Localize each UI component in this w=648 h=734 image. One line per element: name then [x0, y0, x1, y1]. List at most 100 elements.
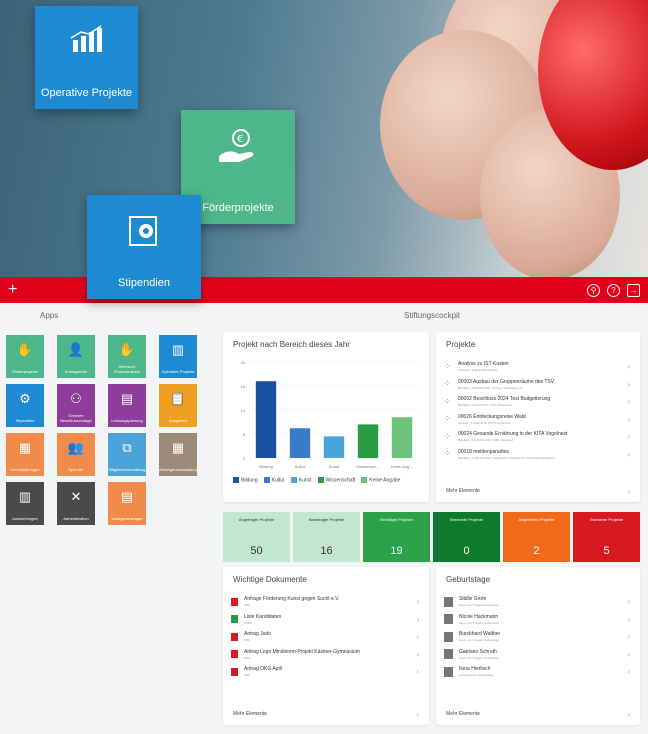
chevron-right-icon[interactable]: ›: [416, 597, 419, 606]
birthdays-title: Geburtstage: [446, 575, 491, 584]
status-count: 5: [603, 545, 610, 557]
chevron-right-icon[interactable]: ›: [416, 667, 419, 676]
list-item[interactable]: ⁘ 00003 Ausbau der Gruppenräume des TSV Be…: [444, 376, 632, 394]
app-tile[interactable]: ▦ Vermögensverwaltung: [158, 433, 198, 476]
legend-swatch: [361, 477, 368, 483]
list-item[interactable]: ⁘ 00018 meldenparadies Bewilligt | 1.446.4…: [444, 446, 632, 464]
chevron-right-icon[interactable]: ›: [627, 415, 630, 424]
document-icon: [231, 632, 238, 641]
app-tile[interactable]: ⚙ Stipendien: [6, 384, 44, 427]
status-tile[interactable]: Beendete Projekte 0: [433, 512, 500, 562]
app-tile[interactable]: ⚇ Gremien Beschlussvorlage: [57, 384, 95, 427]
legend-swatch: [233, 477, 239, 483]
calendar-icon: ▦: [18, 440, 32, 455]
search-icon[interactable]: ⚲: [587, 283, 600, 297]
status-tiles: Angefragte Projekte 50 Beantragte Projekte…: [223, 512, 640, 562]
documents-title: Wichtige Dokumente: [233, 575, 307, 584]
projects-more-link[interactable]: Mehr Elemente: [446, 488, 480, 494]
chart-panel: Projekt nach Bereich dieses Jahr 0 5 10 15 2…: [223, 332, 429, 502]
chevron-right-icon[interactable]: ›: [627, 362, 630, 371]
list-item[interactable]: ⁘ 00024 Gesunde Ernährung in der KITA Vog…: [444, 428, 632, 446]
status-tile[interactable]: Stornierte Projekte 5: [573, 512, 640, 562]
list-item[interactable]: Antrag Lego Mindstorm Projekt Kästner-Gy…: [231, 646, 421, 664]
status-label: Stornierte Projekte: [589, 517, 624, 522]
chevron-right-icon[interactable]: ›: [627, 597, 630, 606]
cockpit-heading: Stiftungscockpit: [404, 311, 461, 320]
chevron-right-icon[interactable]: ›: [627, 450, 630, 459]
chevron-right-icon[interactable]: ›: [416, 632, 419, 641]
list-item[interactable]: Gaetano Schroth heute vor 3 Tagen Geburts…: [444, 646, 632, 664]
item-subtitle: Gestellt | 1.2023 EUR | KITA Vogelnest: [458, 420, 510, 425]
documents-more-link[interactable]: Mehr Elemente: [233, 711, 267, 717]
app-tile[interactable]: ▦ Veranstaltungen: [6, 433, 44, 476]
item-subtitle: PDF: [244, 638, 250, 643]
legend-item: Kultur: [263, 477, 285, 483]
item-title: Antrag Judo: [244, 631, 271, 638]
chevron-right-icon[interactable]: ›: [627, 667, 630, 676]
list-item[interactable]: Nicole Hackmann heute vor 2 Tagen Geburts…: [444, 611, 632, 629]
list-item[interactable]: Antrag Judo PDF ›: [231, 628, 421, 646]
chevron-right-icon[interactable]: ›: [416, 615, 419, 624]
chevron-right-icon[interactable]: ›: [627, 650, 630, 659]
app-tile[interactable]: ✕ Administration: [57, 482, 95, 525]
tile-stipendien[interactable]: Stipendien: [87, 195, 201, 299]
list-item[interactable]: Liste Kandidaten XLSX ›: [231, 611, 421, 629]
status-tile[interactable]: Abgelehnte Projekte 2: [503, 512, 570, 562]
chevron-right-icon[interactable]: ›: [627, 487, 630, 496]
app-tile[interactable]: ▥ Operative Projekte: [159, 335, 197, 378]
avatar: [444, 596, 453, 607]
chevron-right-icon[interactable]: ›: [627, 710, 630, 719]
chevron-right-icon[interactable]: ›: [416, 650, 419, 659]
add-icon[interactable]: +: [8, 281, 17, 299]
list-item[interactable]: ⁘ 00002 Beschluss 2024 Test Budgetierung B…: [444, 393, 632, 411]
hand-coin-icon: ✋: [118, 342, 136, 357]
item-title: Gaetano Schroth: [459, 648, 497, 655]
chevron-right-icon[interactable]: ›: [627, 397, 630, 406]
app-label: Mitgliederverwaltung: [108, 467, 146, 472]
status-tile[interactable]: Angefragte Projekte 50: [223, 512, 290, 562]
app-tile[interactable]: ✋ Förderprojekte: [6, 335, 44, 378]
app-tile[interactable]: ⧉ Mitgliederverwaltung: [108, 433, 146, 476]
status-count: 19: [390, 545, 403, 557]
list-item[interactable]: Sibille Grote heute vor 2 Tagen Geburtsta…: [444, 593, 632, 611]
app-tile[interactable]: ✋ Übersicht Förderprojekte: [108, 335, 146, 378]
legend-label: Wissenschaft: [325, 477, 356, 484]
status-label: Abgelehnte Projekte: [518, 517, 555, 522]
help-icon[interactable]: ?: [607, 283, 620, 297]
app-tile[interactable]: ▤ Leistungsplanung: [108, 384, 146, 427]
list-item[interactable]: ⁘ 00026 Entdeckungsreise Wald Gestellt | 1…: [444, 411, 632, 429]
chevron-right-icon[interactable]: ›: [627, 615, 630, 624]
chevron-right-icon[interactable]: ›: [627, 632, 630, 641]
app-tile[interactable]: ▥ Auswertungen: [6, 482, 44, 525]
tile-operative-projekte[interactable]: Operative Projekte: [35, 6, 138, 109]
app-label: Ausgaben: [168, 418, 187, 423]
list-item[interactable]: ⁘ Analyse zu IST-Kosten Operative Projekt …: [444, 358, 632, 376]
bar: [289, 428, 311, 458]
legend-swatch: [317, 477, 324, 483]
app-tile[interactable]: 👥 Spender: [57, 433, 95, 476]
item-title: Sibille Grote: [459, 596, 487, 603]
list-item[interactable]: Ilona Hierlisch heute gestern Geburtstag ›: [444, 663, 632, 681]
chevron-right-icon[interactable]: ›: [627, 380, 630, 389]
app-tile[interactable]: 👤 Antragsteller: [57, 335, 95, 378]
chevron-right-icon[interactable]: ›: [416, 710, 419, 719]
app-label: Übersicht Förderprojekte: [113, 364, 140, 374]
gear-document-icon: [129, 216, 157, 246]
status-tile[interactable]: Bewilligte Projekte 19: [363, 512, 430, 562]
list-item[interactable]: Burckhard Walther heute vor 3 Tagen Gebur…: [444, 628, 632, 646]
tools-icon: ✕: [70, 489, 82, 504]
chevron-right-icon[interactable]: ›: [627, 432, 630, 441]
status-tile[interactable]: Beantragte Projekte 16: [293, 512, 360, 562]
app-tile[interactable]: 📋 Ausgaben: [159, 384, 197, 427]
list-item[interactable]: Antrag OKG April PDF ›: [231, 663, 421, 681]
logout-icon[interactable]: →: [627, 283, 640, 297]
item-subtitle: Bewilligt | 1.446.46 EUR | Gladbacher Gy…: [458, 455, 555, 460]
legend-label: Kunst: [298, 477, 312, 484]
legend-item: Bildung: [233, 477, 258, 483]
birthdays-more-link[interactable]: Mehr Elemente: [446, 711, 480, 717]
item-title: Liste Kandidaten: [244, 613, 282, 620]
app-tile[interactable]: ▤ Vorlagenmanager: [108, 482, 146, 525]
status-count: 0: [463, 545, 470, 557]
app-label: Förderprojekte: [11, 369, 38, 374]
list-item[interactable]: Anfrage Förderung Kunst gegen Sucht e.V.…: [231, 593, 421, 611]
